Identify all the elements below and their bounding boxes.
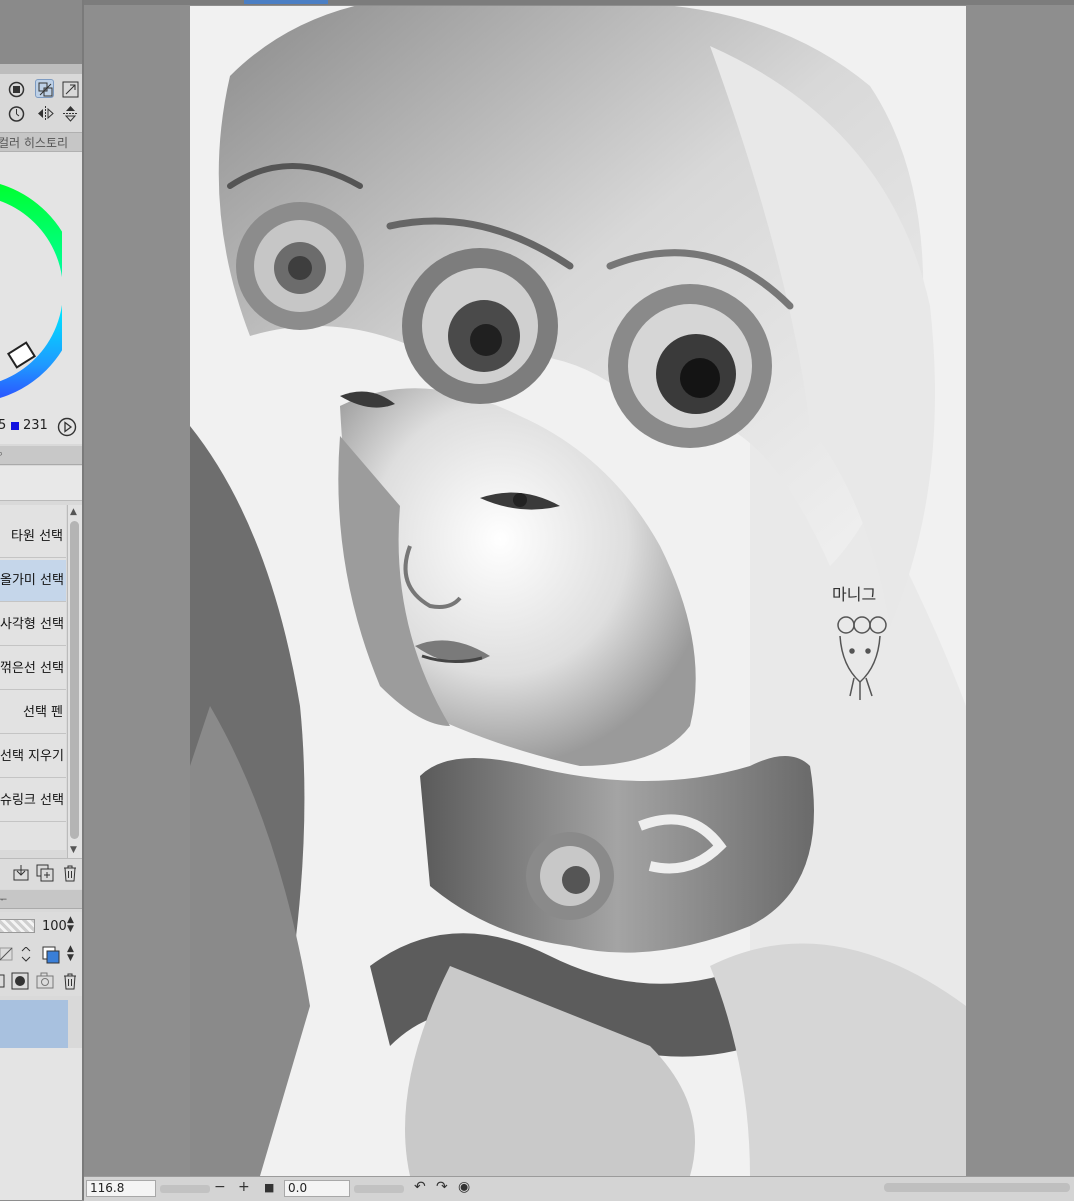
tool-item-rectangle-select[interactable]: 사각형 선택 — [0, 604, 66, 646]
canvas-workspace[interactable]: 마니그 — [84, 0, 1074, 1176]
scroll-up-icon[interactable]: ▲ — [70, 507, 77, 517]
layer-panel-tabs[interactable]: ᅮ — [0, 890, 84, 909]
blend-spin-icon[interactable]: ▲ ▼ — [67, 945, 74, 963]
tool-item-label: 꺾은선 선택 — [0, 661, 64, 676]
layer-item-selected[interactable] — [0, 1000, 68, 1048]
zoom-in-button[interactable]: + — [238, 1179, 250, 1195]
transform-icon[interactable] — [35, 79, 54, 98]
flip-horizontal-icon[interactable] — [35, 103, 54, 122]
document-tab-indicator[interactable] — [244, 0, 328, 4]
color-wheel[interactable] — [0, 178, 62, 404]
sub-tool-tab-strip[interactable]: ⌕ — [0, 446, 84, 465]
blend-row: ▲ ▼ — [0, 942, 84, 968]
workspace-top-edge — [84, 0, 1074, 5]
reset-zoom-button[interactable]: ■ — [264, 1181, 274, 1194]
tool-item-label: 올가미 선택 — [0, 573, 64, 588]
tool-item-label: 타원 선택 — [11, 529, 63, 544]
zoom-out-button[interactable]: − — [214, 1179, 226, 1195]
color-history-tab-label: 컬러 히스토리 — [0, 136, 69, 150]
panel-header — [0, 0, 84, 64]
drawing-canvas[interactable]: 마니그 — [190, 6, 966, 1176]
tool-item-lasso-select[interactable]: 올가미 선택 — [0, 560, 66, 602]
tool-item-erase-selection[interactable]: 선택 지우기 — [0, 736, 66, 778]
opacity-value[interactable]: 100 — [42, 919, 67, 934]
rotation-field[interactable]: 0.0 — [284, 1180, 350, 1197]
tool-item-selection-pen[interactable]: 선택 펜 — [0, 692, 66, 734]
sub-tool-header — [0, 466, 84, 501]
opacity-slider[interactable] — [0, 919, 35, 933]
color-history-tab[interactable]: 컬러 히스토리 — [0, 132, 84, 152]
rgb-blue-value: 231 — [23, 418, 48, 433]
tool-item-ellipse-select[interactable]: 타원 선택 — [0, 516, 66, 558]
folder-icon[interactable] — [0, 972, 6, 994]
rgb-green-value: 5 — [0, 418, 7, 433]
timer-icon[interactable] — [6, 103, 25, 122]
tool-list-scrollbar[interactable]: ▲ ▼ — [67, 505, 82, 858]
layer-actions — [0, 968, 84, 996]
grayscale-portrait-artwork: 마니그 — [190, 6, 966, 1176]
tool-item-label: 선택 지우기 — [0, 749, 64, 764]
tool-item-polyline-select[interactable]: 꺾은선 선택 — [0, 648, 66, 690]
rgb-readout: 5 231 — [0, 414, 84, 438]
zoom-field[interactable]: 116.8 — [86, 1180, 156, 1197]
sub-tool-list: 타원 선택 올가미 선택 사각형 선택 꺾은선 선택 선택 펜 선택 지우기 슈… — [0, 505, 66, 850]
layer-opacity-row: 100 ▲ ▼ — [0, 912, 84, 942]
stop-icon[interactable] — [6, 79, 25, 98]
sub-tool-tab-icon: ⌕ — [0, 447, 4, 460]
lock-transparency-icon[interactable] — [0, 946, 32, 967]
rotation-slider[interactable] — [354, 1185, 404, 1193]
scale-icon[interactable] — [60, 79, 79, 98]
flip-vertical-icon[interactable] — [60, 103, 79, 122]
trash-icon[interactable] — [61, 972, 79, 994]
tool-item-label: 선택 펜 — [22, 705, 63, 720]
add-copy-icon[interactable] — [36, 864, 54, 886]
signature-text: 마니그 — [832, 585, 876, 604]
panel-header-divider — [0, 64, 84, 74]
zoom-slider[interactable] — [160, 1185, 210, 1193]
sub-tool-actions — [0, 858, 84, 889]
tool-item-label: 사각형 선택 — [0, 617, 64, 632]
play-icon[interactable] — [57, 417, 77, 441]
rotate-left-icon[interactable]: ↶ — [414, 1179, 426, 1195]
scroll-down-icon[interactable]: ▼ — [70, 845, 77, 855]
mask-icon[interactable] — [11, 972, 29, 994]
layer-list — [0, 1048, 84, 1200]
horizontal-scrollbar[interactable] — [884, 1183, 1070, 1192]
status-bar: 116.8 − + ■ 0.0 ↶ ↷ ◉ — [84, 1176, 1074, 1201]
left-panel: 컬러 히스토리 5 231 ⌕ 타원 선택 올가미 선택 사각형 선택 꺾은선 … — [0, 0, 84, 1200]
reset-rotation-icon[interactable]: ◉ — [458, 1179, 470, 1195]
opacity-spin-icon[interactable]: ▲ ▼ — [67, 916, 74, 934]
rotate-right-icon[interactable]: ↷ — [436, 1179, 448, 1195]
download-icon[interactable] — [12, 864, 30, 886]
scroll-thumb[interactable] — [70, 521, 79, 839]
trash-icon[interactable] — [61, 864, 79, 886]
tool-item-label: 슈링크 선택 — [0, 793, 64, 808]
camera-icon[interactable] — [36, 972, 56, 994]
tool-item-shrink-select[interactable]: 슈링크 선택 — [0, 780, 66, 822]
color-swatch-icon[interactable] — [42, 946, 62, 968]
blue-channel-swatch — [11, 422, 19, 430]
layer-tab-icon: ᅮ — [0, 893, 8, 906]
